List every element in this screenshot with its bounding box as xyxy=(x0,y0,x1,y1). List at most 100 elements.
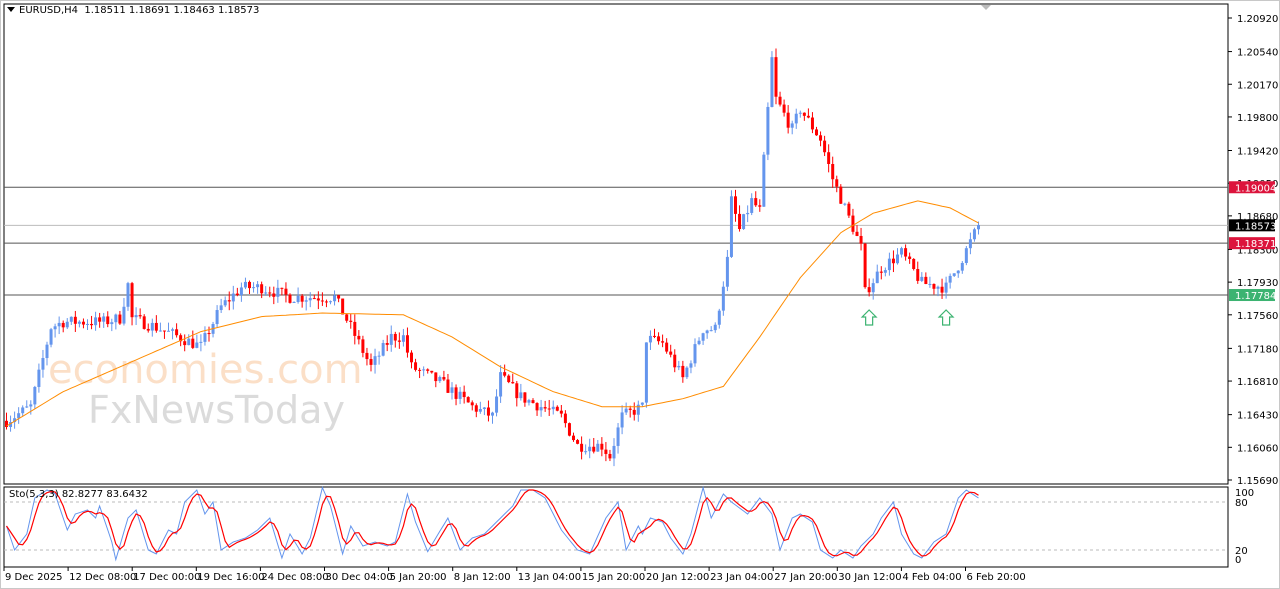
candle xyxy=(61,320,65,333)
candle-body xyxy=(385,343,389,345)
candle xyxy=(507,374,511,384)
y-tick-label: 1.19800 xyxy=(1237,113,1278,124)
candle xyxy=(762,151,766,207)
candle xyxy=(134,307,138,326)
candle-body xyxy=(940,286,944,293)
candle-body xyxy=(357,335,361,340)
candle-body xyxy=(559,410,563,414)
candle-body xyxy=(175,329,179,336)
candle xyxy=(296,287,300,304)
candle xyxy=(940,278,944,299)
candle xyxy=(798,110,802,118)
candle-body xyxy=(41,358,45,370)
candle xyxy=(466,396,470,403)
candle-body xyxy=(758,205,762,207)
candle-body xyxy=(45,344,49,359)
candle xyxy=(750,193,754,216)
candle xyxy=(916,261,920,284)
candle xyxy=(815,126,818,136)
candle xyxy=(126,281,130,311)
candle xyxy=(665,338,669,354)
candle-body xyxy=(713,324,717,331)
price-label: 1.18371 xyxy=(1235,239,1276,250)
candle-body xyxy=(90,323,94,326)
candle xyxy=(304,296,308,311)
candle xyxy=(604,442,608,462)
candle xyxy=(823,135,827,157)
candle-body xyxy=(284,288,288,295)
candle-body xyxy=(887,258,891,271)
candle-body xyxy=(620,412,624,428)
x-tick-label: 20 Jan 12:00 xyxy=(646,572,709,583)
candle-body xyxy=(414,362,418,370)
candle-body xyxy=(393,333,397,341)
candle-body xyxy=(158,330,162,332)
candle-body xyxy=(260,284,264,294)
candle xyxy=(341,298,345,315)
candle xyxy=(572,432,575,442)
candle xyxy=(118,310,122,325)
candle-body xyxy=(482,407,486,409)
candle-body xyxy=(721,286,725,311)
candle-body xyxy=(806,115,810,118)
candle-body xyxy=(766,106,770,155)
candle-body xyxy=(329,301,332,303)
x-tick-label: 30 Jan 12:00 xyxy=(838,572,901,583)
candle-body xyxy=(855,231,859,236)
candle-body xyxy=(146,328,150,331)
candle-body xyxy=(685,367,689,378)
candle xyxy=(486,400,490,422)
candle xyxy=(810,112,814,134)
candle-body xyxy=(539,407,543,411)
candle-body xyxy=(701,333,705,341)
candle-body xyxy=(604,449,608,454)
candle-body xyxy=(81,321,85,325)
candle xyxy=(790,120,794,135)
candle xyxy=(669,344,673,358)
candle-body xyxy=(576,440,580,444)
candle xyxy=(243,277,247,290)
watermark: economies.com FxNewsToday xyxy=(48,347,363,432)
candle xyxy=(697,337,701,346)
candle-body xyxy=(912,258,916,270)
candle-body xyxy=(33,386,37,405)
candle-body xyxy=(677,365,681,368)
candle-body xyxy=(102,316,106,322)
candle xyxy=(519,383,523,401)
candle-body xyxy=(928,283,932,285)
candle-body xyxy=(280,287,284,289)
x-tick-label: 6 Feb 20:00 xyxy=(967,572,1026,583)
candle xyxy=(746,205,750,223)
candle-body xyxy=(681,365,685,378)
candle-body xyxy=(341,298,345,315)
candle xyxy=(223,296,227,308)
candle xyxy=(653,328,656,339)
x-tick-label: 23 Jan 04:00 xyxy=(710,572,773,583)
candle-body xyxy=(312,298,316,300)
candle xyxy=(219,298,223,313)
candle xyxy=(65,318,69,330)
watermark-fxnewstoday: FxNewsToday xyxy=(88,388,345,432)
candle-body xyxy=(470,402,474,406)
candle-body xyxy=(57,322,61,327)
dropdown-triangle-icon[interactable] xyxy=(7,7,15,12)
candle-body xyxy=(632,409,636,415)
shift-marker-icon[interactable] xyxy=(981,5,991,10)
candle xyxy=(426,368,430,374)
candle-body xyxy=(786,112,790,128)
candle xyxy=(77,320,81,328)
candle xyxy=(932,283,936,295)
candle-body xyxy=(126,283,130,307)
candle xyxy=(268,286,272,298)
candle-body xyxy=(580,443,584,452)
candle-body xyxy=(762,154,766,207)
candle-body xyxy=(742,214,746,230)
candle-body xyxy=(499,372,503,397)
price-chart[interactable]: economies.com FxNewsToday 1.20920 1.20540… xyxy=(0,0,1280,589)
candle-body xyxy=(438,377,442,382)
candle xyxy=(264,286,268,296)
candle-body xyxy=(563,413,567,424)
candle-body xyxy=(316,298,320,301)
candle xyxy=(25,400,29,408)
y-tick-label: 1.20170 xyxy=(1237,80,1278,91)
